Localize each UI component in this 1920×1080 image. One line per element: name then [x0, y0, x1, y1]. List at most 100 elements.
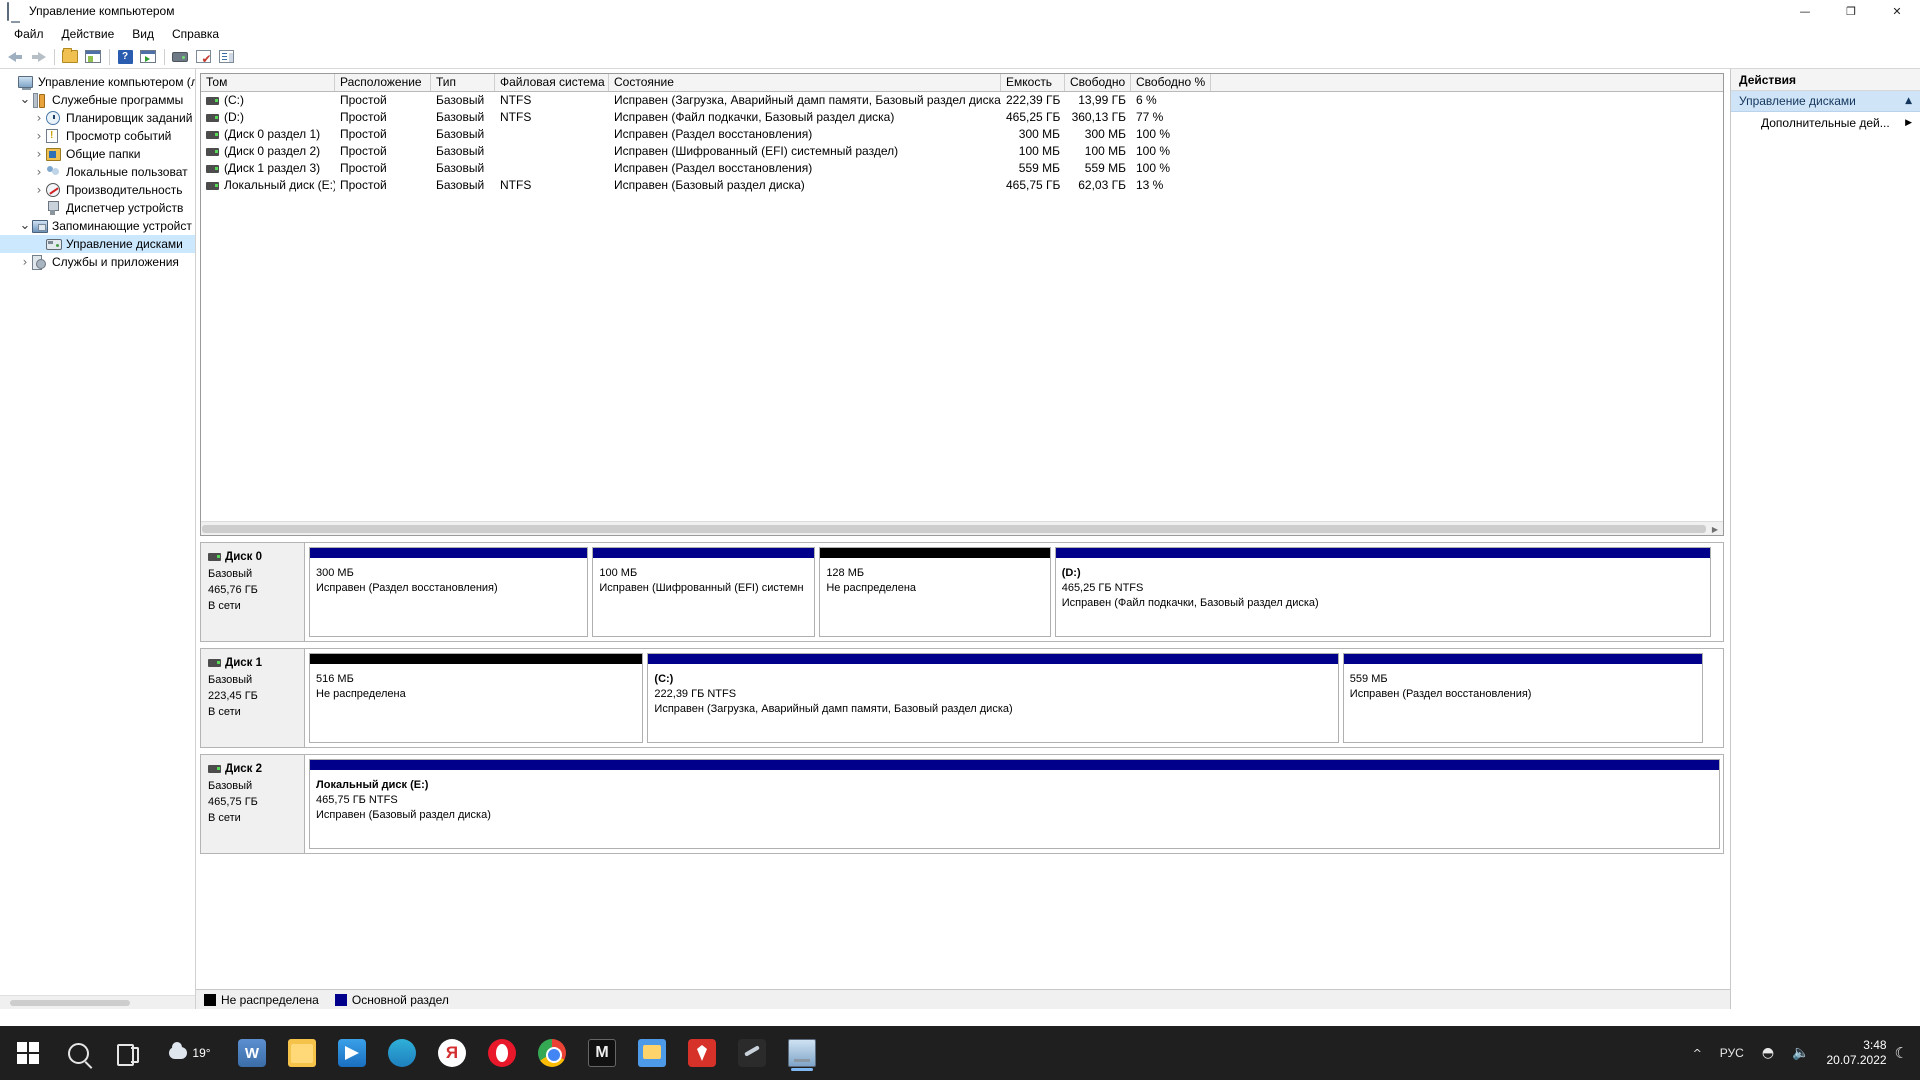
search-button[interactable]: [58, 1033, 98, 1073]
volume-list: Том Расположение Тип Файловая система Состоя…: [200, 73, 1724, 536]
help-button[interactable]: ?: [114, 46, 136, 68]
column-header-layout[interactable]: Расположение: [335, 74, 431, 91]
volume-row[interactable]: (D:) Простой Базовый NTFS Исправен (Файл под…: [201, 109, 1723, 126]
chevron-right-icon[interactable]: ›: [18, 255, 32, 269]
tray-network[interactable]: ◓: [1753, 1033, 1783, 1073]
rescan-disks-button[interactable]: [169, 46, 191, 68]
tree-horizontal-scrollbar[interactable]: [0, 995, 195, 1009]
disk-info-panel[interactable]: Диск 0 Базовый 465,76 ГБ В сети: [201, 543, 305, 641]
show-action-pane-button[interactable]: [137, 46, 159, 68]
partition-status: Исправен (Файл подкачки, Базовый раздел …: [1061, 597, 1319, 609]
cell-status: Исправен (Базовый раздел диска): [614, 178, 805, 192]
taskbar-app-store[interactable]: [332, 1033, 372, 1073]
volume-row[interactable]: (Диск 1 раздел 3) Простой Базовый Исправен …: [201, 160, 1723, 177]
volume-row[interactable]: (Диск 0 раздел 1) Простой Базовый Исправен …: [201, 126, 1723, 143]
partition[interactable]: (C:) 222,39 ГБ NTFS Исправен (Загрузка, Ав…: [647, 653, 1339, 743]
taskbar-app-explorer[interactable]: [282, 1033, 322, 1073]
tree-item-clock[interactable]: › Планировщик заданий: [0, 109, 195, 127]
partition[interactable]: (D:) 465,25 ГБ NTFS Исправен (Файл подкачк…: [1054, 547, 1711, 637]
rescan-disks-icon: [172, 51, 188, 62]
chevron-down-icon[interactable]: ⌄: [18, 219, 32, 232]
partition[interactable]: 559 МБ Исправен (Раздел восстановления): [1342, 653, 1703, 743]
cell-layout: Простой: [340, 110, 387, 124]
column-header-freepct[interactable]: Свободно %: [1131, 74, 1211, 91]
show-console-tree-button[interactable]: [82, 46, 104, 68]
properties-button[interactable]: [215, 46, 237, 68]
tree-item-tools[interactable]: ⌄ Служебные программы: [0, 91, 195, 109]
column-header-status[interactable]: Состояние: [609, 74, 1001, 91]
tray-overflow-button[interactable]: ^: [1684, 1033, 1711, 1073]
taskbar-app-yandex[interactable]: [432, 1033, 472, 1073]
weather-widget[interactable]: 19°: [158, 1033, 222, 1073]
actions-item-label: Дополнительные дей...: [1761, 116, 1890, 130]
task-view-button[interactable]: [108, 1033, 148, 1073]
tree-item-shared-folders[interactable]: › Общие папки: [0, 145, 195, 163]
chevron-right-icon[interactable]: ›: [32, 129, 46, 143]
volume-row[interactable]: (Диск 0 раздел 2) Простой Базовый Исправен …: [201, 143, 1723, 160]
scrollbar-thumb[interactable]: [10, 1000, 130, 1006]
chevron-right-icon[interactable]: ›: [32, 147, 46, 161]
actions-group-label: Управление дисками: [1739, 94, 1856, 108]
taskbar-app-antivirus[interactable]: [682, 1033, 722, 1073]
cell-type: Базовый: [436, 144, 485, 158]
partition[interactable]: 516 МБ Не распределена: [309, 653, 644, 743]
partition[interactable]: 128 МБ Не распределена: [819, 547, 1051, 637]
tree-item-device-manager[interactable]: Диспетчер устройств: [0, 199, 195, 217]
scroll-right-icon[interactable]: ▶: [1708, 523, 1722, 535]
tray-clock[interactable]: 3:48 20.07.2022: [1818, 1038, 1894, 1068]
menu-help[interactable]: Справка: [163, 24, 228, 44]
column-header-volume[interactable]: Том: [201, 74, 335, 91]
close-button[interactable]: ✕: [1874, 0, 1920, 23]
minimize-button[interactable]: —: [1782, 0, 1828, 23]
tree-item-label: Службы и приложения: [52, 255, 179, 269]
column-header-fs[interactable]: Файловая система: [495, 74, 609, 91]
maximize-button[interactable]: ❐: [1828, 0, 1874, 23]
chevron-right-icon[interactable]: ›: [32, 183, 46, 197]
actions-item-more-actions[interactable]: Дополнительные дей... ▶: [1731, 112, 1920, 134]
chevron-right-icon[interactable]: ›: [32, 111, 46, 125]
tree-item-event-viewer[interactable]: › Просмотр событий: [0, 127, 195, 145]
column-header-free[interactable]: Свободно: [1065, 74, 1131, 91]
forward-button[interactable]: [27, 46, 49, 68]
disk-info-panel[interactable]: Диск 2 Базовый 465,75 ГБ В сети: [201, 755, 305, 853]
scrollbar-thumb[interactable]: [202, 525, 1706, 533]
taskbar-app-opera[interactable]: [482, 1033, 522, 1073]
partition-body: 100 МБ Исправен (Шифрованный (EFI) систем…: [593, 558, 814, 636]
tree-item-disk-management[interactable]: Управление дисками: [0, 235, 195, 253]
taskbar-app-edge[interactable]: [382, 1033, 422, 1073]
tray-volume[interactable]: 🔈: [1783, 1033, 1818, 1073]
column-header-capacity[interactable]: Емкость: [1001, 74, 1065, 91]
menu-view[interactable]: Вид: [123, 24, 163, 44]
menu-file[interactable]: Файл: [5, 24, 53, 44]
tree-item-storage[interactable]: ⌄ Запоминающие устройст: [0, 217, 195, 235]
partition[interactable]: 300 МБ Исправен (Раздел восстановления): [309, 547, 589, 637]
taskbar-app-word[interactable]: [232, 1033, 272, 1073]
taskbar-app-mmc[interactable]: [782, 1033, 822, 1073]
volume-row[interactable]: (C:) Простой Базовый NTFS Исправен (Загрузка…: [201, 92, 1723, 109]
partition[interactable]: 100 МБ Исправен (Шифрованный (EFI) систем…: [592, 547, 816, 637]
tree-item-services[interactable]: › Службы и приложения: [0, 253, 195, 271]
tree-item-local-users[interactable]: › Локальные пользоват: [0, 163, 195, 181]
back-button[interactable]: [4, 46, 26, 68]
menu-action[interactable]: Действие: [53, 24, 124, 44]
partition[interactable]: Локальный диск (E:) 465,75 ГБ NTFS Исправе…: [309, 759, 1720, 849]
window-title: Управление компьютером: [29, 4, 175, 18]
volume-row[interactable]: Локальный диск (E:) Простой Базовый NTFS Исп…: [201, 177, 1723, 194]
taskbar-app-chrome[interactable]: [532, 1033, 572, 1073]
taskbar-app-m[interactable]: [582, 1033, 622, 1073]
tree-item-performance[interactable]: › Производительность: [0, 181, 195, 199]
taskbar-app-files[interactable]: [632, 1033, 672, 1073]
tray-language[interactable]: РУС: [1711, 1033, 1753, 1073]
taskbar-app-tools[interactable]: [732, 1033, 772, 1073]
column-header-type[interactable]: Тип: [431, 74, 495, 91]
properties-check-button[interactable]: [192, 46, 214, 68]
chevron-right-icon[interactable]: ›: [32, 165, 46, 179]
up-folder-button[interactable]: [59, 46, 81, 68]
disk-info-panel[interactable]: Диск 1 Базовый 223,45 ГБ В сети: [201, 649, 305, 747]
start-button[interactable]: [8, 1033, 48, 1073]
volume-list-horizontal-scrollbar[interactable]: ▶: [201, 521, 1723, 535]
chevron-down-icon[interactable]: ⌄: [18, 93, 32, 106]
actions-group-disk-management[interactable]: Управление дисками ▲: [1731, 91, 1920, 112]
notifications-button[interactable]: ☾: [1895, 1044, 1914, 1062]
tree-item-computer[interactable]: Управление компьютером (л: [0, 73, 195, 91]
